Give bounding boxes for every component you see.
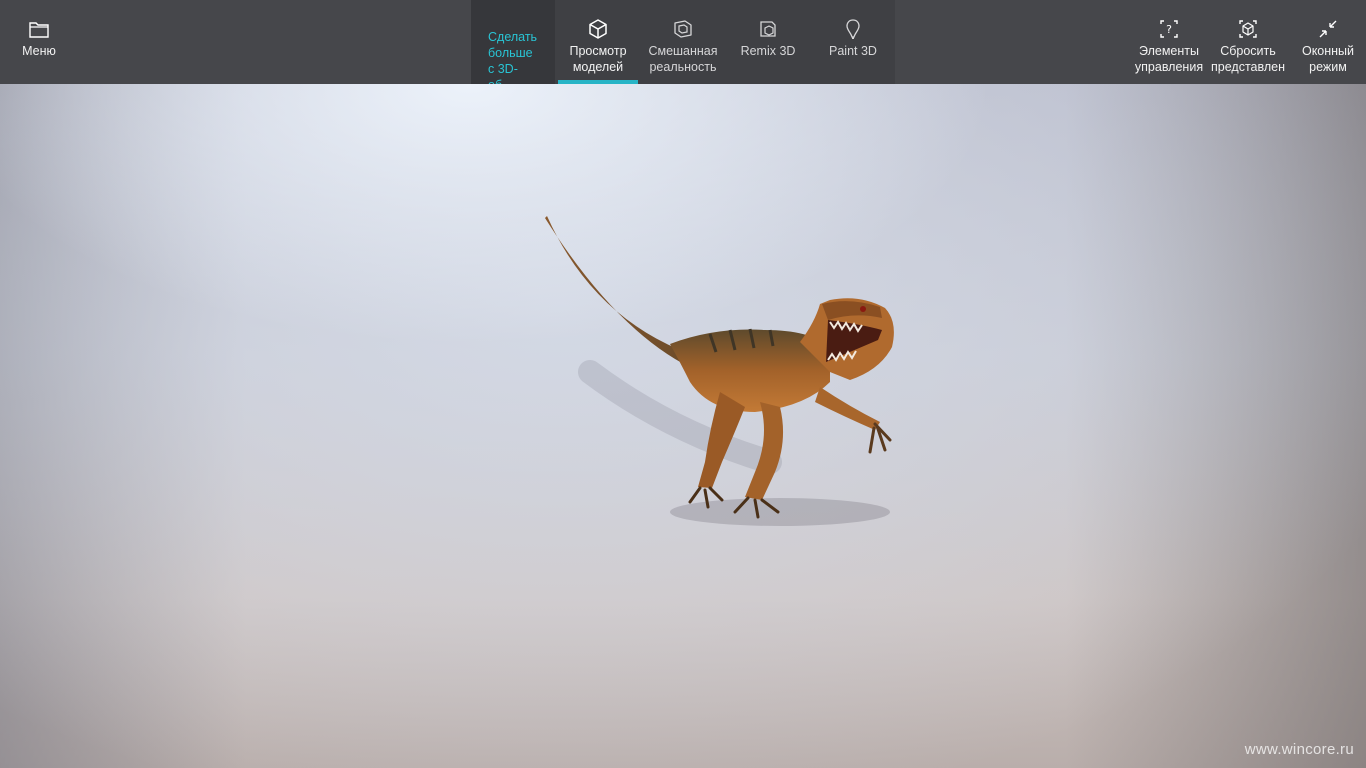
controls-help-icon: ? <box>1160 20 1178 38</box>
tab-model-viewer[interactable]: Просмотр моделей <box>558 0 638 84</box>
cube-icon <box>589 19 607 39</box>
watermark: www.wincore.ru <box>1244 741 1354 758</box>
mixed-reality-icon <box>674 20 692 38</box>
tab-remix-3d[interactable]: Remix 3D <box>728 0 808 84</box>
3d-viewport[interactable]: www.wincore.ru <box>0 84 1366 768</box>
window-mode-button[interactable]: Оконный режим <box>1290 0 1366 84</box>
app-toolbar: Меню Сделать больше с 3D- об... Просмотр… <box>0 0 1366 84</box>
window-mode-label: Оконный режим <box>1301 44 1355 74</box>
controls-label: Элементы управления <box>1134 44 1204 74</box>
reset-view-button[interactable]: Сбросить представлен <box>1208 0 1288 84</box>
tab-model-viewer-label: Просмотр моделей <box>569 44 627 74</box>
remix3d-icon <box>760 21 776 37</box>
menu-button[interactable]: Меню <box>0 0 78 84</box>
window-mode-icon <box>1319 20 1337 38</box>
reset-view-label: Сбросить представлен <box>1211 44 1285 74</box>
tab-paint-3d-label: Paint 3D <box>829 44 877 58</box>
tab-mixed-reality[interactable]: Смешанная реальность <box>643 0 723 84</box>
tab-paint-3d[interactable]: Paint 3D <box>813 0 893 84</box>
tab-remix-3d-label: Remix 3D <box>740 44 796 58</box>
menu-label: Меню <box>22 44 56 58</box>
folder-icon <box>29 22 49 38</box>
reset-view-icon <box>1239 20 1257 38</box>
tab-mixed-reality-label: Смешанная реальность <box>648 44 718 74</box>
svg-text:?: ? <box>1166 23 1172 36</box>
controls-button[interactable]: ? Элементы управления <box>1131 0 1207 84</box>
velociraptor-model[interactable] <box>530 212 910 532</box>
paint3d-icon <box>846 19 860 39</box>
do-more-with-3d-link[interactable]: Сделать больше с 3D- об... <box>471 0 555 84</box>
